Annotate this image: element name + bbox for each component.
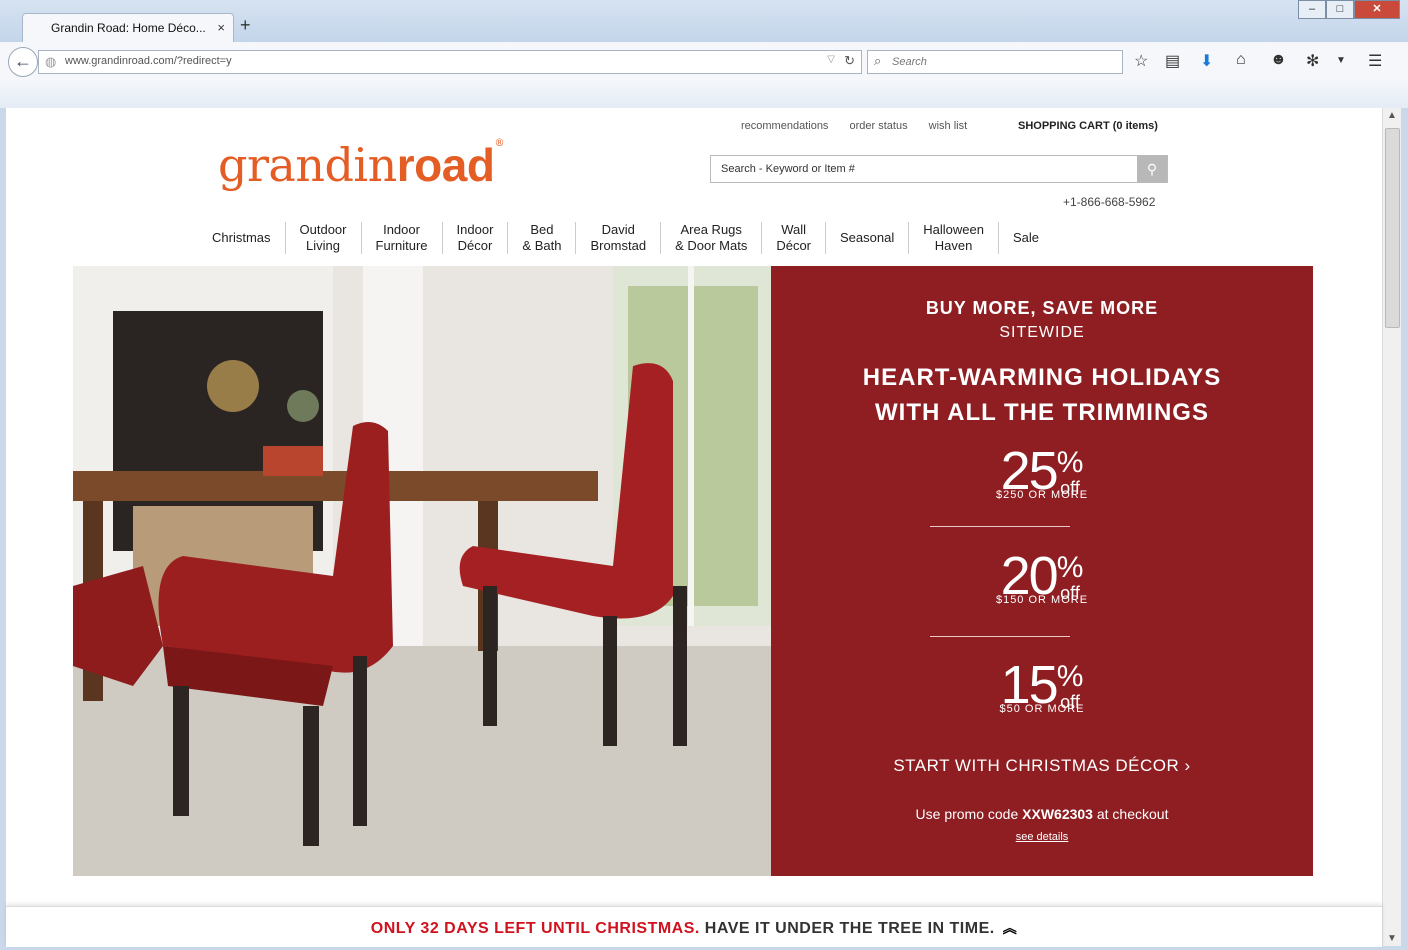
nav-bed-bath[interactable]: Bed & Bath	[507, 222, 575, 254]
promo-headline: BUY MORE, SAVE MORE	[925, 298, 1159, 318]
countdown-red: ONLY 32 DAYS LEFT UNTIL CHRISTMAS.	[370, 920, 700, 937]
recommendations-link[interactable]: recommendations	[741, 120, 828, 132]
nav-outdoor-living[interactable]: Outdoor Living	[284, 222, 361, 254]
nav-indoor-furniture[interactable]: Indoor Furniture	[360, 222, 442, 254]
promo-tagline: HEART-WARMING HOLIDAYS WITH ALL THE TRIMM…	[862, 364, 1222, 426]
discount-tier-15: 15% off $50 OR MORE	[999, 655, 1085, 715]
menu-icon[interactable]: ☰	[1368, 51, 1382, 71]
countdown-text: ONLY 32 DAYS LEFT UNTIL CHRISTMAS. HAVE …	[6, 918, 1382, 938]
hero-dining-room-image[interactable]	[73, 266, 771, 876]
tab-title: Grandin Road: Home Déco...	[51, 21, 206, 35]
back-arrow-icon[interactable]: ←	[8, 47, 38, 77]
tier-divider	[930, 526, 1070, 527]
window-controls: – □ ✕	[1298, 0, 1400, 19]
scroll-down-icon[interactable]: ▼	[1387, 933, 1397, 944]
see-details-link[interactable]: see details	[771, 831, 1313, 843]
extension-dropdown-icon[interactable]: ▼	[1336, 55, 1346, 66]
expand-chevron-icon[interactable]: ︽	[1003, 920, 1018, 936]
site-search-placeholder: Search - Keyword or Item #	[721, 163, 855, 175]
tab-close-icon[interactable]: ×	[217, 20, 225, 35]
page-scrollbar[interactable]: ▲ ▼	[1382, 108, 1401, 946]
promo-subheadline: SITEWIDE	[999, 324, 1085, 341]
nav-wall-decor[interactable]: Wall Décor	[761, 222, 825, 254]
christmas-decor-cta[interactable]: START WITH CHRISTMAS DÉCOR ›	[771, 756, 1313, 776]
minimize-button[interactable]: –	[1298, 0, 1326, 19]
christmas-countdown-banner[interactable]: ONLY 32 DAYS LEFT UNTIL CHRISTMAS. HAVE …	[6, 906, 1382, 947]
shopping-cart-link[interactable]: SHOPPING CART (0 items)	[1018, 120, 1158, 132]
nav-sale[interactable]: Sale	[997, 222, 1053, 254]
promo-code-text: Use promo code XXW62303 at checkout	[915, 806, 1169, 822]
globe-icon: ◍	[45, 54, 57, 69]
category-nav: Christmas Outdoor Living Indoor Furniture …	[198, 222, 1053, 254]
star-icon[interactable]: ☆	[1134, 51, 1148, 71]
nav-christmas[interactable]: Christmas	[198, 222, 285, 254]
search-button[interactable]: ⚲	[1137, 156, 1167, 182]
promo-code: XXW62303	[1022, 806, 1093, 822]
nav-indoor-decor[interactable]: Indoor Décor	[441, 222, 508, 254]
maximize-button[interactable]: □	[1326, 0, 1354, 19]
home-icon[interactable]: ⌂	[1236, 51, 1246, 69]
nav-halloween-haven[interactable]: Halloween Haven	[908, 222, 998, 254]
new-tab-button[interactable]: +	[240, 16, 251, 34]
site-search-input[interactable]: Search - Keyword or Item # ⚲	[710, 155, 1168, 183]
discount-tier-20: 20% off $150 OR MORE	[995, 546, 1089, 606]
scroll-up-icon[interactable]: ▲	[1387, 110, 1397, 121]
bookmarks-bar	[0, 80, 1408, 108]
browser-titlebar: Grandin Road: Home Déco... × + – □ ✕	[0, 0, 1408, 43]
reading-list-icon[interactable]: ▤	[1165, 51, 1180, 71]
chat-icon[interactable]: ☻	[1270, 51, 1287, 69]
promo-panel[interactable]: BUY MORE, SAVE MORE SITEWIDE HEART-WARMI…	[771, 266, 1313, 876]
logo-plain: grandin	[218, 138, 397, 192]
browser-navbar: ← ◍ www.grandinroad.com/?redirect=y ▽ ↻ …	[0, 42, 1408, 80]
extension-icon[interactable]: ✻	[1306, 51, 1319, 71]
nav-david-bromstad[interactable]: David Bromstad	[575, 222, 660, 254]
reload-icon[interactable]: ↻	[844, 53, 855, 69]
discount-tier-25: 25% off $250 OR MORE	[995, 441, 1089, 501]
browser-search-placeholder: Search	[892, 56, 927, 68]
order-status-link[interactable]: order status	[850, 120, 908, 132]
tier-divider	[930, 636, 1070, 637]
page-content: recommendations order status wish list S…	[6, 108, 1382, 946]
scroll-thumb[interactable]	[1385, 128, 1400, 328]
search-icon: ⌕	[874, 53, 882, 68]
browser-tab[interactable]: Grandin Road: Home Déco... ×	[22, 13, 234, 43]
wish-list-link[interactable]: wish list	[929, 120, 968, 132]
download-icon[interactable]: ⬇	[1200, 51, 1213, 71]
magnifier-icon: ⚲	[1146, 161, 1158, 177]
nav-seasonal[interactable]: Seasonal	[825, 222, 908, 254]
countdown-gray: HAVE IT UNDER THE TREE IN TIME.	[699, 920, 995, 937]
nav-area-rugs[interactable]: Area Rugs & Door Mats	[660, 222, 761, 254]
phone-number: +1-866-668-5962	[1063, 195, 1156, 209]
utility-links: recommendations order status wish list	[741, 120, 985, 132]
registered-mark: ®	[494, 138, 504, 149]
url-dropdown-icon[interactable]: ▽	[827, 54, 835, 65]
close-window-button[interactable]: ✕	[1354, 0, 1400, 19]
browser-search-input[interactable]: ⌕ Search	[867, 50, 1123, 74]
url-bar[interactable]: ◍ www.grandinroad.com/?redirect=y ▽ ↻	[38, 50, 862, 74]
logo-bold: road	[396, 139, 495, 191]
grandinroad-logo[interactable]: grandinroad®	[218, 138, 504, 192]
url-text[interactable]: www.grandinroad.com/?redirect=y	[65, 55, 232, 67]
